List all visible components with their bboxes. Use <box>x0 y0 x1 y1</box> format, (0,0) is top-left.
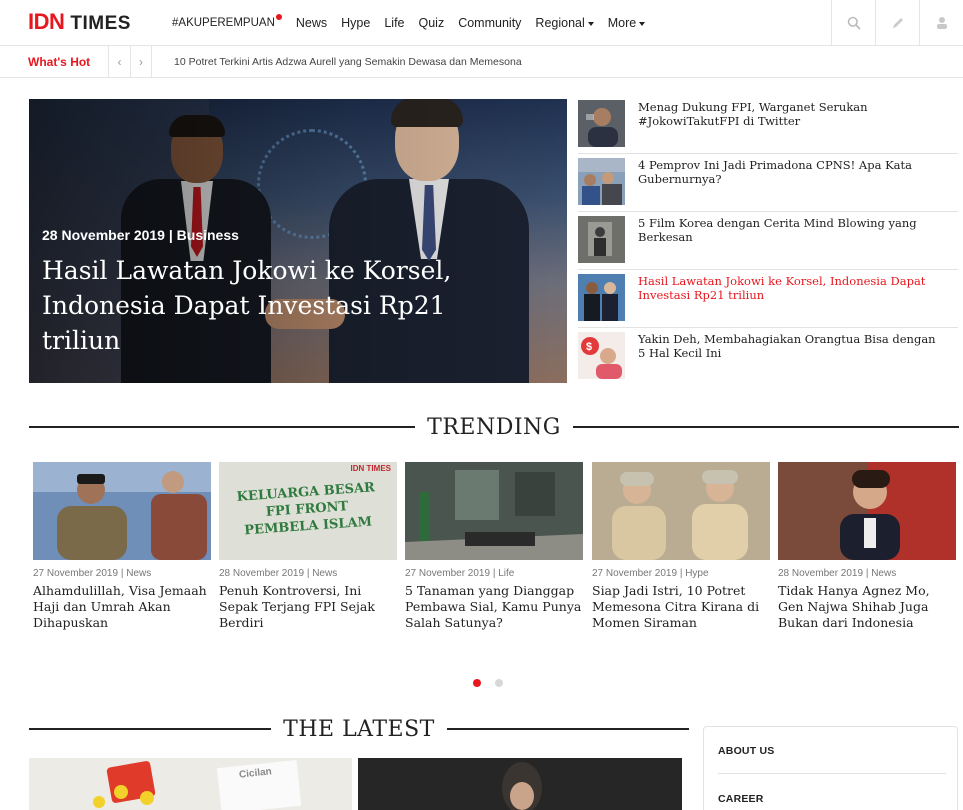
hero-title[interactable]: Hasil Lawatan Jokowi ke Korsel, Indonesi… <box>42 253 512 358</box>
nav-akuperempuan[interactable]: #AKUPEREMPUAN <box>172 14 282 29</box>
carousel-dot-active[interactable] <box>473 679 481 687</box>
site-header: IDN TIMES #AKUPEREMPUAN News Hype Life Q… <box>0 0 963 46</box>
list-item-title: Hasil Lawatan Jokowi ke Korsel, Indonesi… <box>638 274 926 302</box>
whats-hot-headline[interactable]: 10 Potret Terkini Artis Adzwa Aurell yan… <box>174 56 522 68</box>
next-button[interactable]: › <box>130 46 152 78</box>
header-actions <box>831 0 963 46</box>
nav-more-label: More <box>607 16 637 30</box>
thumbnail <box>578 100 625 147</box>
nav-news[interactable]: News <box>296 16 327 30</box>
divider <box>29 728 272 730</box>
latest-title: THE LATEST <box>283 716 435 742</box>
fpi-banner-top: IDN TIMES <box>350 464 391 473</box>
divider <box>572 426 960 428</box>
divider <box>29 426 416 428</box>
list-item[interactable]: $ Yakin Deh, Membahagiakan Orangtua Bisa… <box>578 330 958 386</box>
account-button[interactable] <box>919 0 963 46</box>
list-item[interactable]: 4 Pemprov Ini Jadi Primadona CPNS! Apa K… <box>578 156 958 212</box>
divider <box>718 773 946 774</box>
nav-quiz[interactable]: Quiz <box>419 16 445 30</box>
trending-title-text: Penuh Kontroversi, Ini Sepak Terjang FPI… <box>219 583 375 630</box>
carousel-dot[interactable] <box>495 679 503 687</box>
prev-button[interactable]: ‹ <box>108 46 130 78</box>
trending-image <box>405 462 583 560</box>
nav-akuperempuan-label: #AKUPEREMPUAN <box>172 17 275 29</box>
write-button[interactable] <box>875 0 919 46</box>
pencil-icon <box>892 18 903 28</box>
trending-card[interactable]: 27 November 2019 | Life 5 Tanaman yang D… <box>405 462 583 631</box>
thumbnail: $ <box>578 332 625 379</box>
search-icon <box>847 16 861 30</box>
trending-card[interactable]: IDN TIMES KELUARGA BESAR FPI FRONT PEMBE… <box>219 462 397 631</box>
trending-title: TRENDING <box>427 414 561 440</box>
logo-idn-text: IDN <box>28 9 65 34</box>
trending-meta: 28 November 2019 | News <box>219 568 338 579</box>
caret-down-icon <box>587 21 594 26</box>
list-item-title: Menag Dukung FPI, Warganet Serukan #Joko… <box>638 100 868 128</box>
trending-card[interactable]: 28 November 2019 | News Tidak Hanya Agne… <box>778 462 956 631</box>
latest-image[interactable] <box>358 758 682 810</box>
list-item[interactable]: Menag Dukung FPI, Warganet Serukan #Joko… <box>578 98 958 154</box>
trending-meta: 27 November 2019 | Hype <box>592 568 709 579</box>
headline-list: Menag Dukung FPI, Warganet Serukan #Joko… <box>578 98 958 386</box>
trending-meta: 27 November 2019 | News <box>33 568 152 579</box>
logo-times-text: TIMES <box>70 13 131 34</box>
nav-regional-label: Regional <box>535 16 585 30</box>
hero-meta: 28 November 2019 | Business <box>42 227 239 243</box>
trending-image <box>33 462 211 560</box>
caret-down-icon <box>639 21 646 26</box>
trending-card[interactable]: 27 November 2019 | News Alhamdulillah, V… <box>33 462 211 631</box>
whats-hot-label: What's Hot <box>28 55 91 69</box>
whats-hot-arrows: ‹ › <box>108 46 152 78</box>
latest-heading: THE LATEST <box>29 714 689 744</box>
about-links-box: ABOUT US CAREER <box>703 726 958 810</box>
nav-life[interactable]: Life <box>384 16 404 30</box>
thumbnail <box>578 158 625 205</box>
nav-community[interactable]: Community <box>458 16 521 30</box>
new-dot-icon <box>275 14 282 20</box>
list-item-title: Yakin Deh, Membahagiakan Orangtua Bisa d… <box>638 332 936 360</box>
latest-image[interactable]: Cicilan <box>29 758 352 810</box>
career-link[interactable]: CAREER <box>718 793 764 805</box>
thumbnail <box>578 216 625 263</box>
trending-meta: 27 November 2019 | Life <box>405 568 515 579</box>
main-nav: #AKUPEREMPUAN News Hype Life Quiz Commun… <box>172 0 659 46</box>
list-item[interactable]: 5 Film Korea dengan Cerita Mind Blowing … <box>578 214 958 270</box>
trending-title-text: Siap Jadi Istri, 10 Potret Memesona Citr… <box>592 583 760 630</box>
trending-image: IDN TIMES KELUARGA BESAR FPI FRONT PEMBE… <box>219 462 397 560</box>
trending-title-text: 5 Tanaman yang Dianggap Pembawa Sial, Ka… <box>405 583 582 630</box>
carousel-dots <box>473 679 517 687</box>
trending-meta: 28 November 2019 | News <box>778 568 897 579</box>
list-item-title: 4 Pemprov Ini Jadi Primadona CPNS! Apa K… <box>638 158 913 186</box>
whats-hot-bar: What's Hot ‹ › 10 Potret Terkini Artis A… <box>0 46 963 78</box>
nav-regional[interactable]: Regional <box>535 16 594 30</box>
list-item-title: 5 Film Korea dengan Cerita Mind Blowing … <box>638 216 917 244</box>
chevron-right-icon: › <box>139 55 143 69</box>
chevron-left-icon: ‹ <box>117 55 122 69</box>
search-button[interactable] <box>831 0 875 46</box>
trending-image <box>778 462 956 560</box>
trending-title-text: Tidak Hanya Agnez Mo, Gen Najwa Shihab J… <box>778 583 930 630</box>
trending-image <box>592 462 770 560</box>
hero-article[interactable]: 28 November 2019 | Business Hasil Lawata… <box>29 99 567 383</box>
nav-hype[interactable]: Hype <box>341 16 370 30</box>
latest-image-art <box>29 758 352 810</box>
idn-times-logo[interactable]: IDN TIMES <box>28 9 131 37</box>
trending-title-text: Alhamdulillah, Visa Jemaah Haji dan Umra… <box>33 583 207 630</box>
list-item[interactable]: Hasil Lawatan Jokowi ke Korsel, Indonesi… <box>578 272 958 328</box>
about-us-link[interactable]: ABOUT US <box>718 745 774 757</box>
user-icon <box>936 17 947 29</box>
svg-text:$: $ <box>586 341 592 353</box>
trending-heading: TRENDING <box>29 412 960 442</box>
nav-more[interactable]: More <box>607 16 646 30</box>
fpi-banner-text: KELUARGA BESAR FPI FRONT PEMBELA ISLAM <box>236 480 376 539</box>
trending-card[interactable]: 27 November 2019 | Hype Siap Jadi Istri,… <box>592 462 770 631</box>
thumbnail <box>578 274 625 321</box>
divider <box>446 728 689 730</box>
